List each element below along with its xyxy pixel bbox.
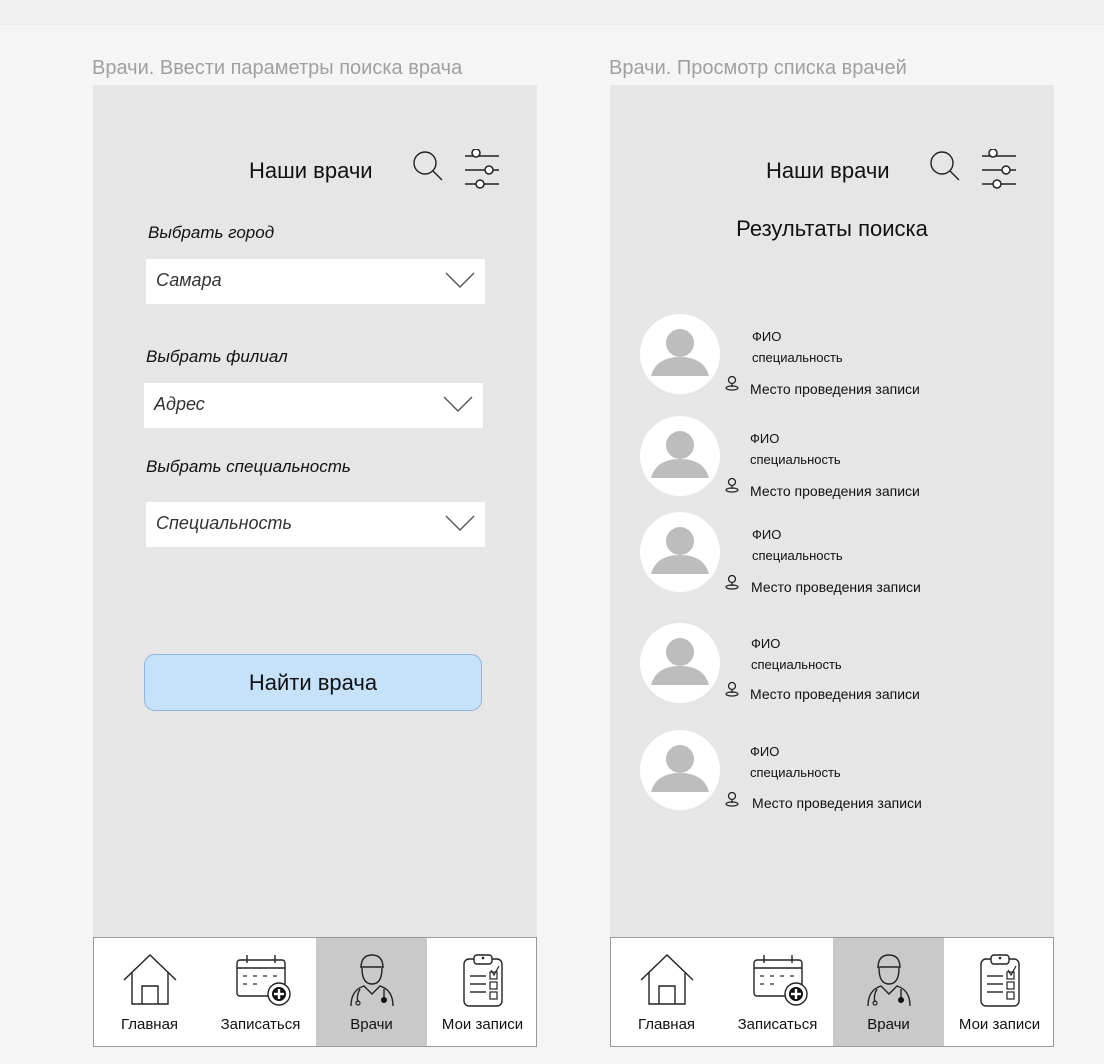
filter-icon[interactable] bbox=[463, 148, 501, 196]
branch-select-value: Адрес bbox=[154, 394, 205, 414]
nav-item-my-records[interactable]: Мои записи bbox=[944, 938, 1055, 1046]
specialty-select[interactable]: Специальность bbox=[146, 502, 485, 547]
chevron-down-icon bbox=[443, 395, 473, 420]
doctor-list-item[interactable]: ФИО специальность Место проведения запис… bbox=[640, 416, 940, 499]
location-pin-icon bbox=[724, 681, 740, 702]
doctor-name: ФИО bbox=[750, 431, 780, 446]
doctor-location: Место проведения записи bbox=[750, 686, 920, 702]
city-select[interactable]: Самара bbox=[146, 259, 485, 304]
avatar bbox=[640, 416, 720, 496]
doctor-list-item[interactable]: ФИО специальность Место проведения запис… bbox=[640, 730, 940, 812]
doctor-icon bbox=[316, 952, 427, 1013]
location-pin-icon bbox=[724, 477, 740, 498]
doctor-name: ФИО bbox=[752, 329, 782, 344]
nav-label: Записаться bbox=[220, 1016, 301, 1033]
filter-icon[interactable] bbox=[980, 148, 1018, 196]
avatar bbox=[640, 623, 720, 703]
doctor-location: Место проведения записи bbox=[752, 795, 922, 811]
nav-label: Мои записи bbox=[958, 1016, 1041, 1033]
search-params-screen: Наши врачи Выбрать город Самара Выбрать … bbox=[93, 85, 537, 1047]
nav-item-home[interactable]: Главная bbox=[611, 938, 722, 1046]
calendar-add-icon bbox=[205, 952, 316, 1013]
doctor-name: ФИО bbox=[751, 636, 781, 651]
avatar bbox=[640, 512, 720, 592]
nav-label: Врачи bbox=[350, 1016, 393, 1033]
doctor-specialty: специальность bbox=[750, 765, 841, 780]
top-band bbox=[0, 0, 1104, 25]
doctor-location: Место проведения записи bbox=[750, 381, 920, 397]
doctors-list-screen: Наши врачи Результаты поиска ФИО специал… bbox=[610, 85, 1054, 1047]
nav-item-home[interactable]: Главная bbox=[94, 938, 205, 1046]
nav-label: Врачи bbox=[867, 1016, 910, 1033]
home-icon bbox=[94, 952, 205, 1013]
chevron-down-icon bbox=[445, 271, 475, 296]
bottom-nav: Главная Записаться Врачи Мои записи bbox=[610, 937, 1054, 1047]
home-icon bbox=[611, 952, 722, 1013]
doctor-name: ФИО bbox=[752, 527, 782, 542]
doctor-icon bbox=[833, 952, 944, 1013]
doctor-list-item[interactable]: ФИО специальность Место проведения запис… bbox=[640, 512, 940, 595]
branch-select[interactable]: Адрес bbox=[144, 383, 483, 428]
doctor-list-item[interactable]: ФИО специальность Место проведения запис… bbox=[640, 314, 940, 397]
bottom-nav: Главная Записаться Врачи Мои записи bbox=[93, 937, 537, 1047]
clipboard-icon bbox=[944, 952, 1055, 1013]
doctor-specialty: специальность bbox=[752, 350, 843, 365]
location-pin-icon bbox=[724, 574, 740, 595]
doctor-list-item[interactable]: ФИО специальность Место проведения запис… bbox=[640, 623, 940, 703]
nav-item-my-records[interactable]: Мои записи bbox=[427, 938, 538, 1046]
calendar-add-icon bbox=[722, 952, 833, 1013]
page-title: Наши врачи bbox=[249, 158, 373, 183]
city-label: Выбрать город bbox=[148, 223, 275, 242]
clipboard-icon bbox=[427, 952, 538, 1013]
nav-label: Записаться bbox=[737, 1016, 818, 1033]
nav-item-book[interactable]: Записаться bbox=[722, 938, 833, 1046]
doctor-specialty: специальность bbox=[750, 452, 841, 467]
doctor-location: Место проведения записи bbox=[751, 579, 921, 595]
nav-label: Мои записи bbox=[441, 1016, 524, 1033]
location-pin-icon bbox=[724, 791, 740, 812]
doctor-location: Место проведения записи bbox=[750, 483, 920, 499]
frame-label: Врачи. Просмотр списка врачей bbox=[609, 57, 907, 79]
location-pin-icon bbox=[724, 375, 740, 396]
page-title: Наши врачи bbox=[766, 158, 890, 183]
chevron-down-icon bbox=[445, 514, 475, 539]
search-icon[interactable] bbox=[928, 149, 962, 188]
specialty-label: Выбрать специальность bbox=[146, 457, 351, 476]
search-icon[interactable] bbox=[411, 149, 445, 188]
avatar bbox=[640, 314, 720, 394]
doctor-name: ФИО bbox=[750, 744, 780, 759]
nav-label: Главная bbox=[637, 1016, 696, 1033]
nav-item-doctors[interactable]: Врачи bbox=[833, 938, 944, 1046]
nav-item-book[interactable]: Записаться bbox=[205, 938, 316, 1046]
doctor-specialty: специальность bbox=[751, 657, 842, 672]
find-doctor-button[interactable]: Найти врача bbox=[144, 654, 482, 711]
frame-label: Врачи. Ввести параметры поиска врача bbox=[92, 57, 463, 79]
nav-item-doctors[interactable]: Врачи bbox=[316, 938, 427, 1046]
nav-label: Главная bbox=[120, 1016, 179, 1033]
city-select-value: Самара bbox=[156, 270, 222, 290]
specialty-select-value: Специальность bbox=[156, 513, 293, 533]
results-title: Результаты поиска bbox=[736, 216, 928, 241]
avatar bbox=[640, 730, 720, 810]
branch-label: Выбрать филиал bbox=[146, 347, 288, 366]
doctor-specialty: специальность bbox=[752, 548, 843, 563]
